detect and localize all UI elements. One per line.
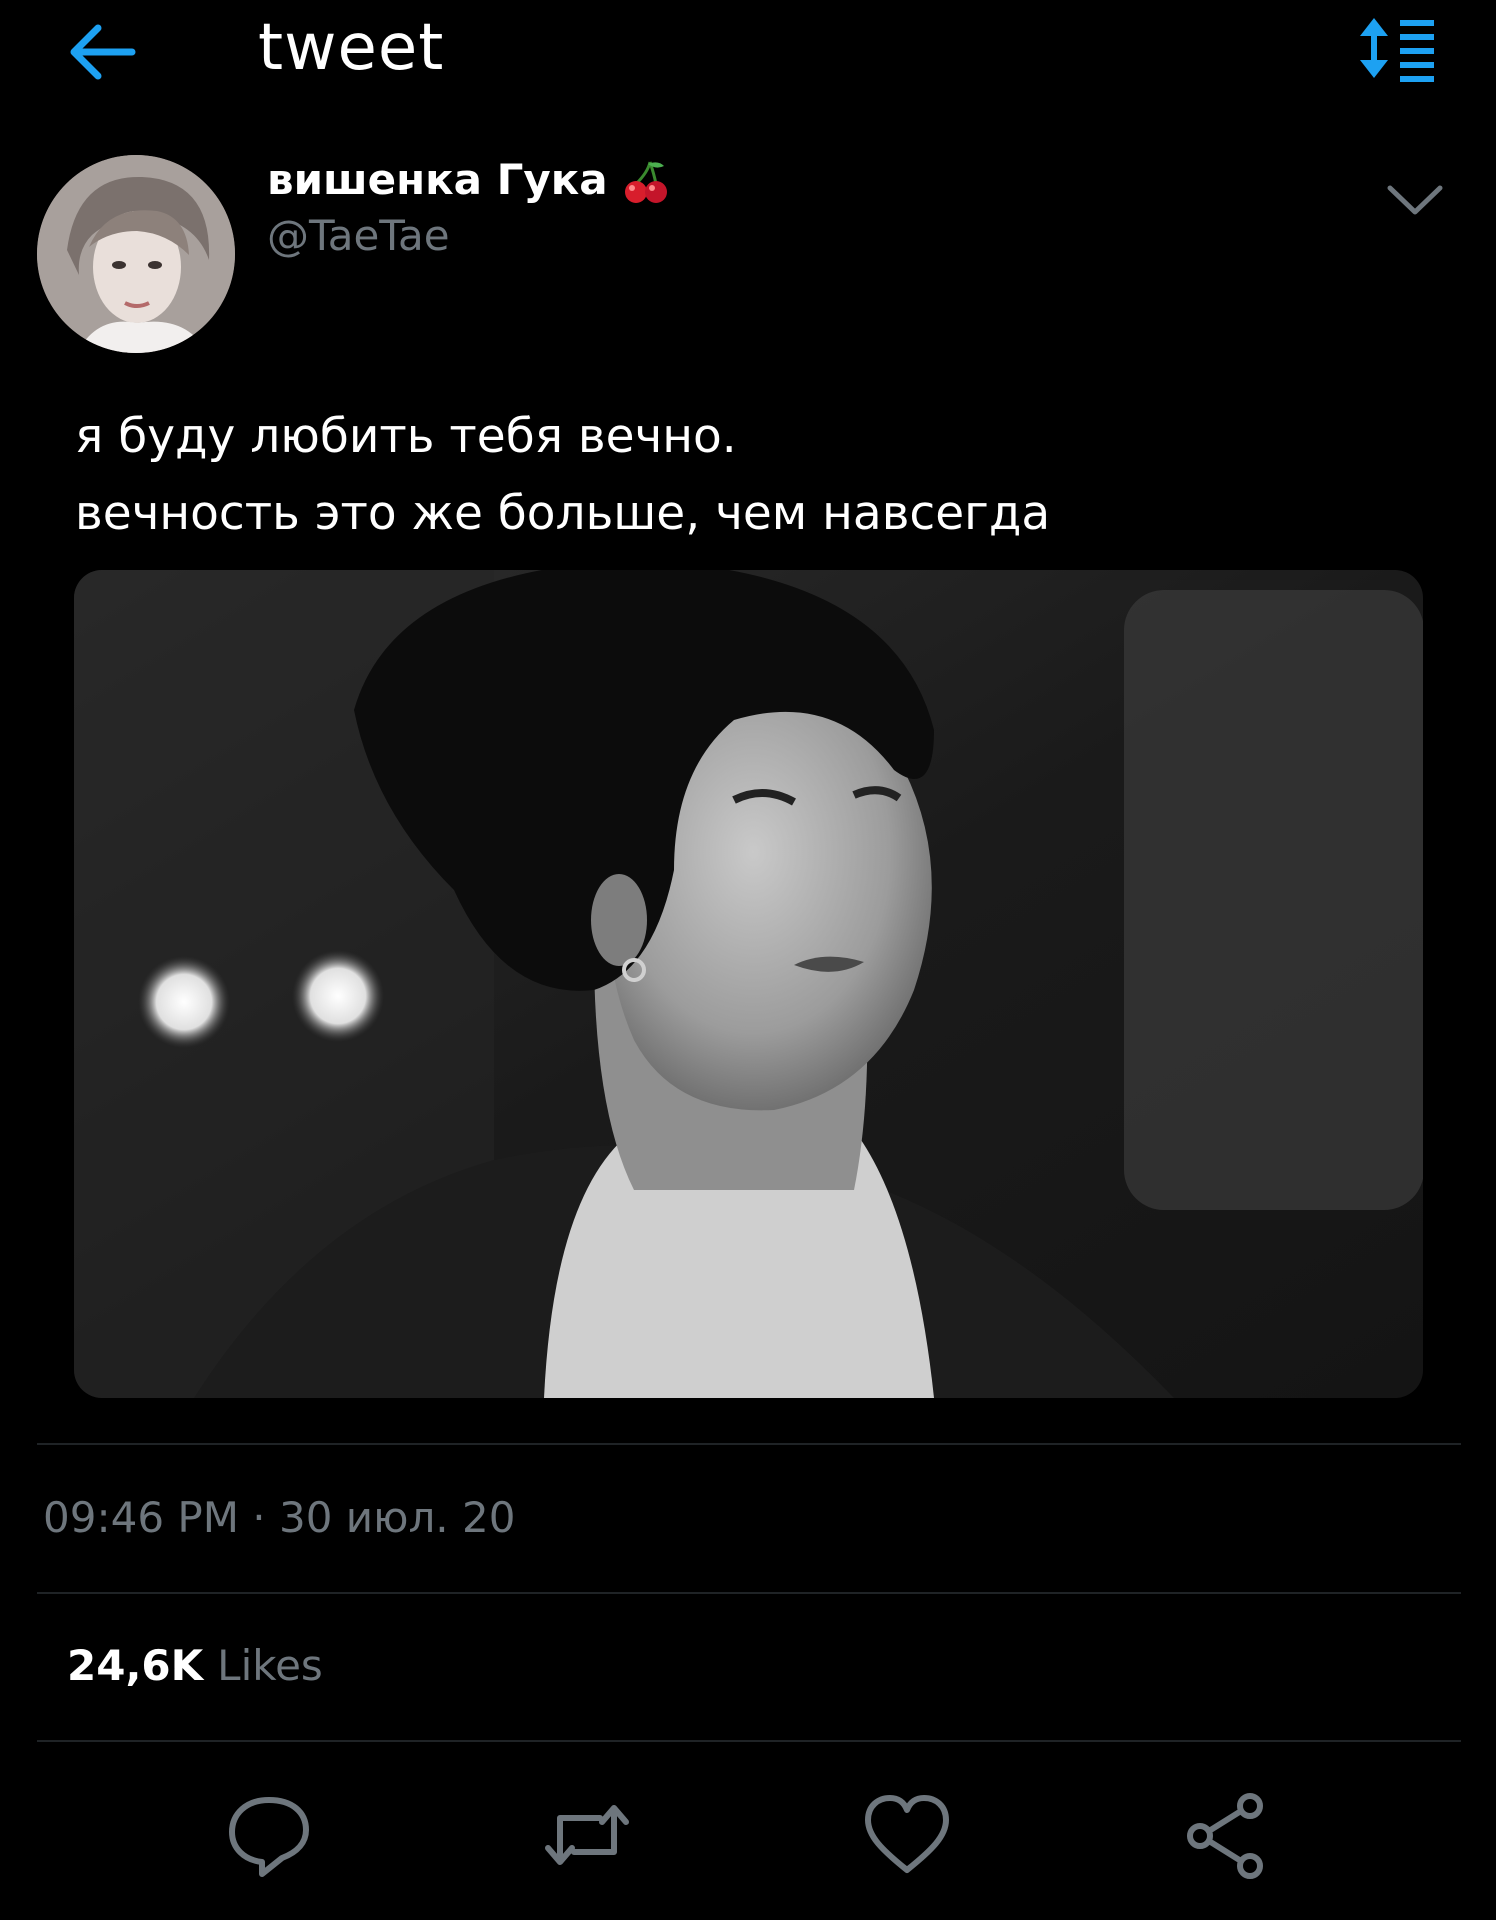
- photo-image: [74, 570, 1423, 1398]
- divider: [37, 1740, 1461, 1742]
- reply-icon: [229, 1797, 309, 1877]
- divider: [37, 1443, 1461, 1445]
- author-name-text: вишенка Гука: [267, 155, 608, 204]
- like-button[interactable]: [862, 1790, 952, 1880]
- divider: [37, 1592, 1461, 1594]
- likes-label: Likes: [217, 1641, 323, 1690]
- share-icon: [1187, 1793, 1263, 1879]
- retweet-icon: [545, 1805, 629, 1865]
- avatar[interactable]: [37, 155, 235, 353]
- tweet-timestamp: 09:46 PM · 30 июл. 20: [43, 1493, 516, 1542]
- tweet-text-line: вечность это же больше, чем навсегда: [75, 486, 1051, 541]
- tweet-menu-button[interactable]: [1380, 170, 1450, 230]
- sort-button[interactable]: [1356, 12, 1446, 92]
- arrow-left-icon: [70, 24, 136, 80]
- sort-list-icon: [1360, 18, 1434, 82]
- back-button[interactable]: [60, 12, 160, 92]
- tweet-text: я буду любить тебя вечно. вечность это ж…: [75, 398, 1455, 552]
- retweet-button[interactable]: [542, 1790, 632, 1880]
- share-button[interactable]: [1182, 1790, 1272, 1880]
- cherry-icon: [620, 158, 670, 208]
- reply-button[interactable]: [224, 1790, 314, 1880]
- likes-stat[interactable]: 24,6K Likes: [67, 1637, 323, 1695]
- author-name[interactable]: вишенка Гука: [267, 152, 670, 208]
- avatar-photo: [37, 155, 235, 353]
- tweet-photo[interactable]: [74, 570, 1423, 1398]
- tweet-text-line: я буду любить тебя вечно.: [75, 409, 737, 464]
- likes-count: 24,6K: [67, 1641, 204, 1690]
- page-title: tweet: [258, 11, 445, 85]
- top-bar: tweet: [0, 0, 1496, 110]
- chevron-down-icon: [1387, 185, 1443, 215]
- author-handle[interactable]: @TaeTae: [267, 210, 450, 262]
- heart-icon: [865, 1795, 949, 1873]
